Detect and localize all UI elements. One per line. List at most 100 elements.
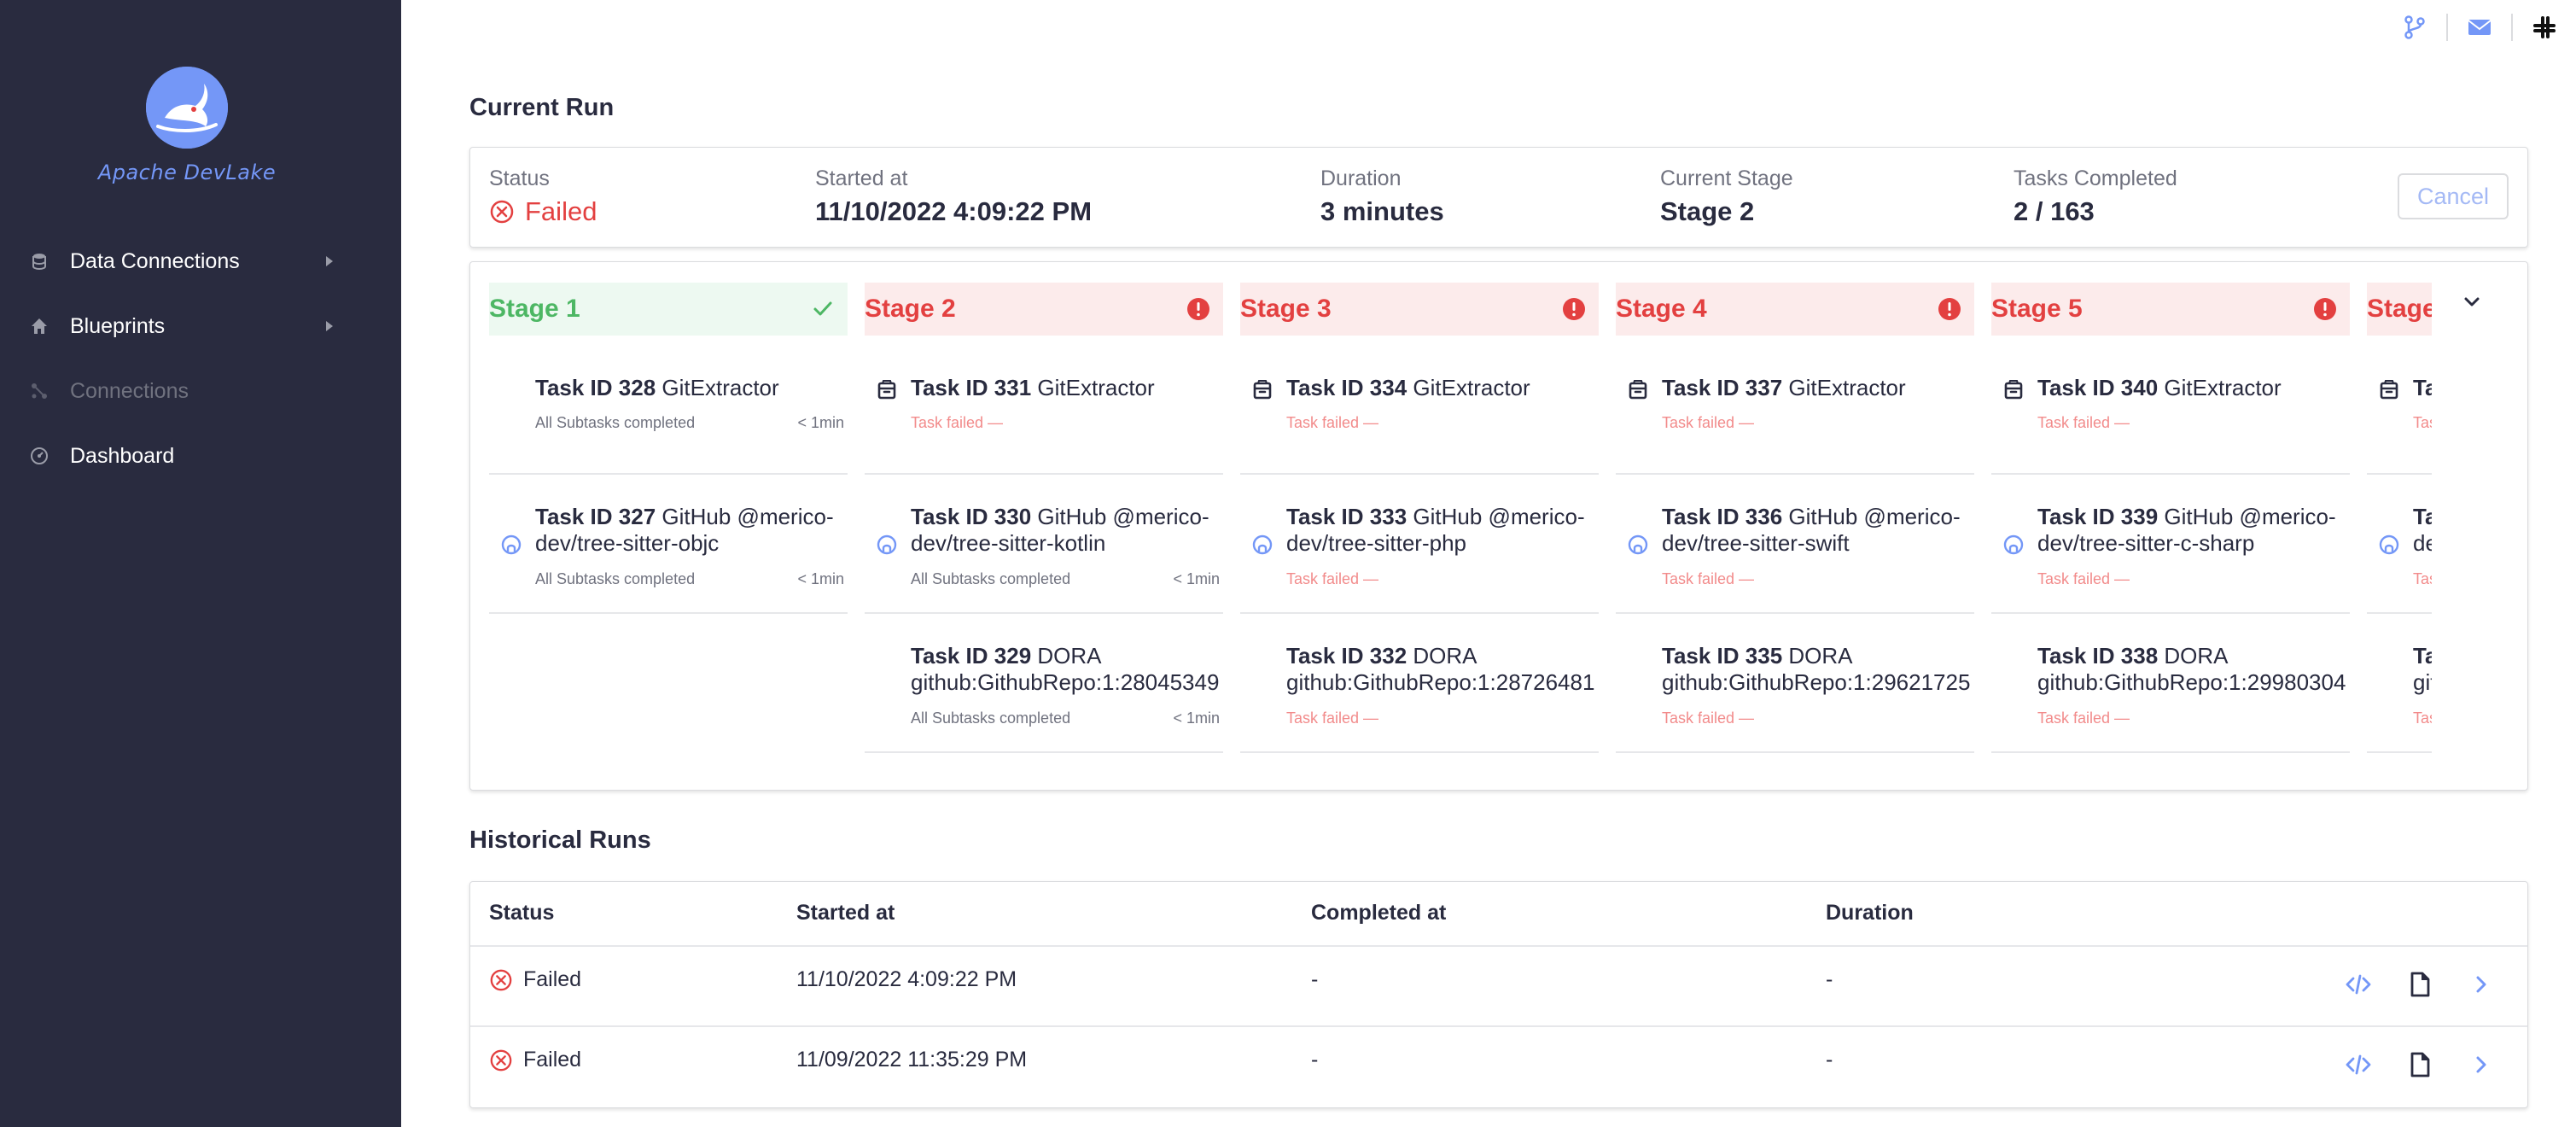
status-value: Failed — [489, 196, 597, 227]
task-item[interactable]: Task ID 329 DORA github:GithubRepo:1:280… — [865, 614, 1223, 753]
sidebar-item-dashboard[interactable]: Dashboard — [0, 430, 401, 482]
duration-label: Duration — [1320, 166, 1402, 190]
row-completed: - — [1311, 967, 1319, 991]
stage-header[interactable]: Stage 6 — [2367, 283, 2432, 336]
caret-right-icon — [326, 256, 333, 266]
error-icon — [1561, 296, 1587, 322]
link-icon — [29, 381, 50, 401]
row-actions — [2343, 1049, 2497, 1080]
row-status: Failed — [489, 1048, 581, 1072]
current-run-summary: Status Failed Started at 11/10/2022 4:09… — [469, 147, 2528, 248]
task-title: Task ID 340 GitExtractor — [2037, 375, 2350, 401]
task-item[interactable]: Task ID 339 GitHub @merico-dev/tree-sitt… — [1991, 475, 2350, 614]
task-title: Task ID 327 GitHub @merico-dev/tree-sitt… — [535, 504, 848, 557]
task-status: All Subtasks completed — [911, 709, 1071, 727]
task-status: Task failed — — [1662, 570, 1755, 587]
task-item[interactable]: Task ID 337 GitExtractor Task failed — — [1616, 336, 1974, 475]
slack-icon[interactable] — [2529, 12, 2560, 43]
task-title: Task ID 341 DORA github:GithubRepo — [2413, 643, 2432, 696]
chevron-right-icon[interactable] — [2466, 969, 2497, 1000]
duration-field: Duration 3 minutes — [1320, 166, 1444, 227]
historical-runs-table: Status Started at Completed at Duration … — [469, 881, 2528, 1108]
task-item[interactable]: Task ID 334 GitExtractor Task failed — — [1240, 336, 1599, 475]
sidebar-item-data-connections[interactable]: Data Connections — [0, 236, 401, 287]
archive-icon — [2377, 378, 2401, 402]
row-started: 11/09/2022 11:35:29 PM — [796, 1048, 1028, 1072]
sidebar-item-blueprints[interactable]: Blueprints — [0, 301, 401, 352]
current-stage-label: Current Stage — [1660, 166, 1793, 190]
task-item[interactable]: Task ID 341 DORA github:GithubRepo Task f… — [2367, 614, 2432, 753]
stage-header[interactable]: Stage 1 — [489, 283, 848, 336]
status-field: Status Failed — [489, 166, 597, 227]
task-item[interactable]: Task ID 328 GitExtractor All Subtasks com… — [489, 336, 848, 475]
stages-viewport[interactable]: Stage 1 Task ID 328 GitExtractor All Subta… — [489, 283, 2432, 778]
archive-icon — [875, 378, 899, 402]
error-icon — [1186, 296, 1211, 322]
stage-header[interactable]: Stage 3 — [1240, 283, 1599, 336]
task-status: Task failed — — [1286, 570, 1379, 587]
brand-name: Apache DevLake — [97, 161, 277, 184]
stages-board: Stage 1 Task ID 328 GitExtractor All Subta… — [469, 261, 2528, 791]
column-header-duration: Duration — [1826, 901, 1914, 925]
task-title: Task ID 343 GitExtractor — [2413, 375, 2432, 401]
github-icon — [2377, 533, 2401, 557]
task-duration: < 1min — [797, 570, 844, 587]
row-actions — [2343, 969, 2497, 1000]
code-icon[interactable] — [2343, 1049, 2374, 1080]
task-id: Task ID 330 — [911, 504, 1032, 529]
stage-column: Stage 1 Task ID 328 GitExtractor All Subta… — [489, 283, 848, 614]
row-completed: - — [1311, 1048, 1319, 1072]
current-stage-field: Current Stage Stage 2 — [1660, 166, 1793, 227]
caret-right-icon — [326, 321, 333, 331]
task-item[interactable]: Task ID 343 GitExtractor Task failed — — [2367, 336, 2432, 475]
code-icon[interactable] — [2343, 969, 2374, 1000]
task-id: Task ID 332 — [1286, 643, 1407, 669]
task-id: Task ID 334 — [1286, 375, 1407, 400]
task-title: Task ID 338 DORA github:GithubRepo:1:299… — [2037, 643, 2350, 696]
archive-icon — [1250, 378, 1274, 402]
task-status: All Subtasks completed — [911, 570, 1071, 587]
chevron-down-icon[interactable] — [2459, 289, 2485, 315]
stage-header[interactable]: Stage 5 — [1991, 283, 2350, 336]
task-status: Task failed — — [1286, 709, 1379, 727]
stage-name: Stage 3 — [1240, 295, 1332, 323]
task-item[interactable]: Task ID 330 GitHub @merico-dev/tree-sitt… — [865, 475, 1223, 614]
document-icon[interactable] — [2404, 1049, 2435, 1080]
task-duration: < 1min — [797, 414, 844, 431]
task-title: Task ID 337 GitExtractor — [1662, 375, 1974, 401]
stage-column: Stage 2 Task ID 331 GitExtractor Task fail… — [865, 283, 1223, 753]
task-item[interactable]: Task ID 336 GitHub @merico-dev/tree-sitt… — [1616, 475, 1974, 614]
mail-icon[interactable] — [2464, 12, 2495, 43]
task-item[interactable]: Task ID 331 GitExtractor Task failed — — [865, 336, 1223, 475]
github-icon — [1250, 533, 1274, 557]
task-status: Task failed — — [1286, 414, 1379, 431]
task-id: Task ID 339 — [2037, 504, 2159, 529]
stage-header[interactable]: Stage 4 — [1616, 283, 1974, 336]
duration-value: 3 minutes — [1320, 196, 1444, 226]
started-value: 11/10/2022 4:09:22 PM — [815, 196, 1093, 226]
devlake-logo-icon[interactable] — [146, 67, 228, 149]
task-item[interactable]: Task ID 327 GitHub @merico-dev/tree-sitt… — [489, 475, 848, 614]
toolbar-divider — [2511, 14, 2513, 41]
row-duration: - — [1826, 967, 1833, 991]
cancel-button[interactable]: Cancel — [2398, 173, 2509, 219]
stage-header[interactable]: Stage 2 — [865, 283, 1223, 336]
task-item[interactable]: Task ID 338 DORA github:GithubRepo:1:299… — [1991, 614, 2350, 753]
document-icon[interactable] — [2404, 969, 2435, 1000]
started-label: Started at — [815, 166, 908, 190]
task-item[interactable]: Task ID 333 GitHub @merico-dev/tree-sitt… — [1240, 475, 1599, 614]
task-title: Task ID 333 GitHub @merico-dev/tree-sitt… — [1286, 504, 1599, 557]
task-title: Task ID 331 GitExtractor — [911, 375, 1223, 401]
tasks-completed-field: Tasks Completed 2 / 163 — [2014, 166, 2177, 227]
task-item[interactable]: Task ID 340 GitExtractor Task failed — — [1991, 336, 2350, 475]
table-row: Failed 11/10/2022 4:09:22 PM - - — [470, 947, 2527, 1027]
stage-name: Stage 4 — [1616, 295, 1707, 323]
sidebar-item-connections[interactable]: Connections — [0, 365, 401, 417]
task-item[interactable]: Task ID 332 DORA github:GithubRepo:1:287… — [1240, 614, 1599, 753]
git-branch-icon[interactable] — [2399, 12, 2430, 43]
task-item[interactable]: Task ID 342 GitHub @merico-dev/tree-sitt… — [2367, 475, 2432, 614]
chevron-right-icon[interactable] — [2466, 1049, 2497, 1080]
task-item[interactable]: Task ID 335 DORA github:GithubRepo:1:296… — [1616, 614, 1974, 753]
task-id: Task ID 341 — [2413, 643, 2432, 669]
row-status: Failed — [489, 967, 581, 992]
